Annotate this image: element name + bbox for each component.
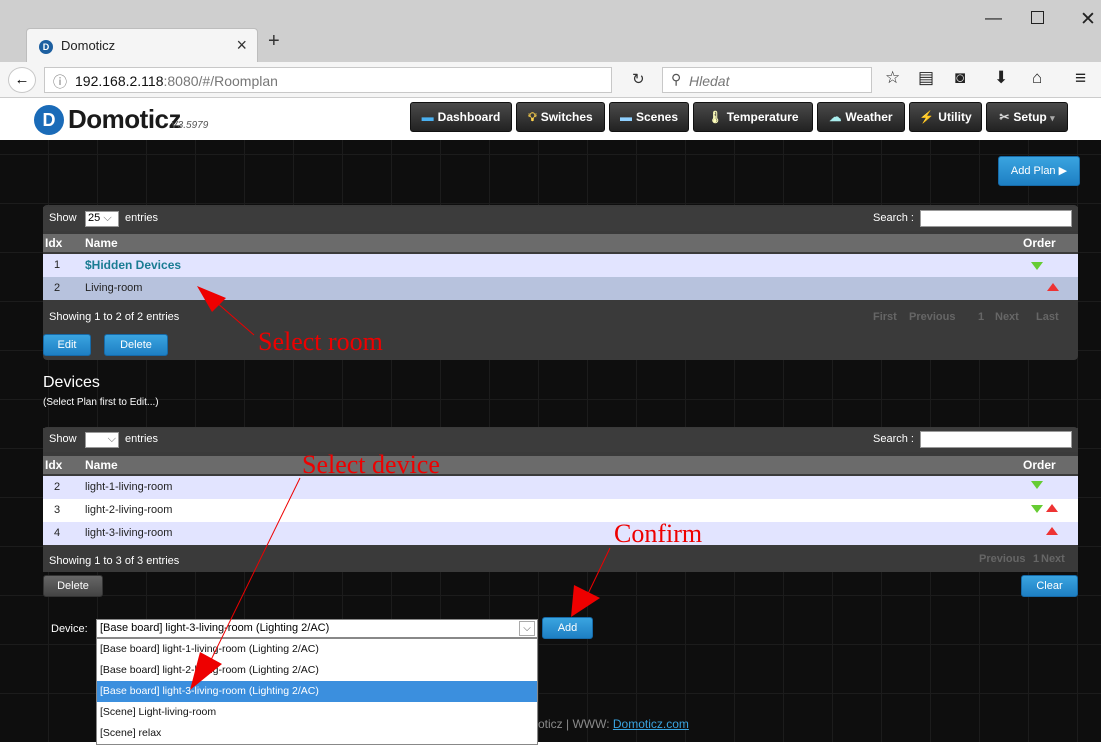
annotation-confirm: Confirm [614,519,703,548]
annotation-select-room: Select room [258,327,383,356]
annotation-select-device: Select device [302,450,440,479]
annotation-arrows [190,286,611,690]
